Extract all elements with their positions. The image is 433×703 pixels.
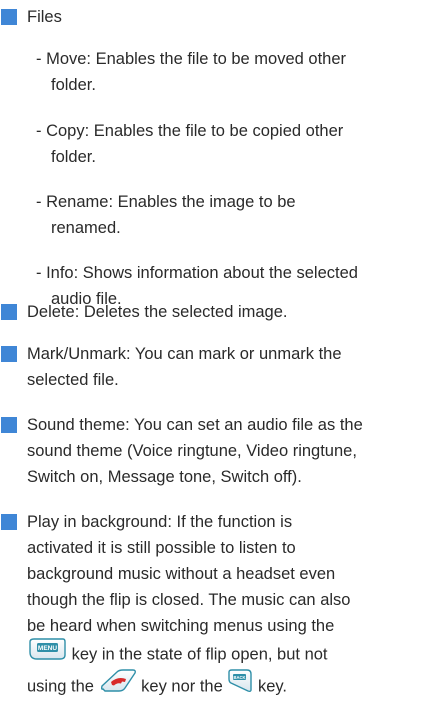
sub-item-copy: - Copy: Enables the file to be copied ot… — [36, 118, 431, 170]
bullet-square-icon — [1, 346, 17, 362]
move-line2: folder. — [51, 76, 96, 94]
play-line7-middle: key nor the — [136, 677, 228, 696]
play-line5: be heard when switching menus using the — [27, 617, 335, 635]
copy-line2: folder. — [51, 148, 96, 166]
mark-line1: Mark/Unmark: You can mark or unmark the — [27, 345, 342, 363]
sub-item-rename: - Rename: Enables the image to be rename… — [36, 189, 431, 241]
back-key-icon: BACK — [227, 669, 253, 701]
sound-theme-line3: Switch on, Message tone, Switch off). — [27, 468, 302, 486]
bullet-square-icon — [1, 514, 17, 530]
bullet-square-icon — [1, 417, 17, 433]
bullet-square-icon — [1, 304, 17, 320]
delete-text: Delete: Deletes the selected image. — [27, 303, 288, 321]
end-call-key-icon — [99, 669, 137, 701]
rename-line1: - Rename: Enables the image to be — [36, 193, 296, 211]
bullet-square-icon — [1, 9, 17, 25]
rename-line2: renamed. — [51, 219, 121, 237]
move-line1: - Move: Enables the file to be moved oth… — [36, 50, 347, 68]
sound-theme-line1: Sound theme: You can set an audio file a… — [27, 416, 363, 434]
copy-line1: - Copy: Enables the file to be copied ot… — [36, 122, 344, 140]
play-line2: activated it is still possible to listen… — [27, 539, 296, 557]
back-key-label: BACK — [234, 675, 246, 680]
play-line3: background music without a headset even — [27, 565, 336, 583]
sub-item-move: - Move: Enables the file to be moved oth… — [36, 46, 431, 98]
menu-key-label: MENU — [38, 645, 57, 652]
play-line7-before: using the — [27, 677, 99, 696]
sound-theme-line2: sound theme (Voice ringtune, Video ringt… — [27, 442, 357, 460]
info-line1: - Info: Shows information about the sele… — [36, 264, 358, 282]
play-line6: key in the state of flip open, but not — [67, 645, 328, 664]
play-line1: Play in background: If the function is — [27, 513, 293, 531]
mark-line2: selected file. — [27, 371, 119, 389]
play-line7-after: key. — [253, 677, 287, 696]
menu-key-icon: MENU — [27, 637, 67, 669]
files-heading: Files — [27, 8, 62, 26]
play-line4: though the flip is closed. The music can… — [27, 591, 351, 609]
